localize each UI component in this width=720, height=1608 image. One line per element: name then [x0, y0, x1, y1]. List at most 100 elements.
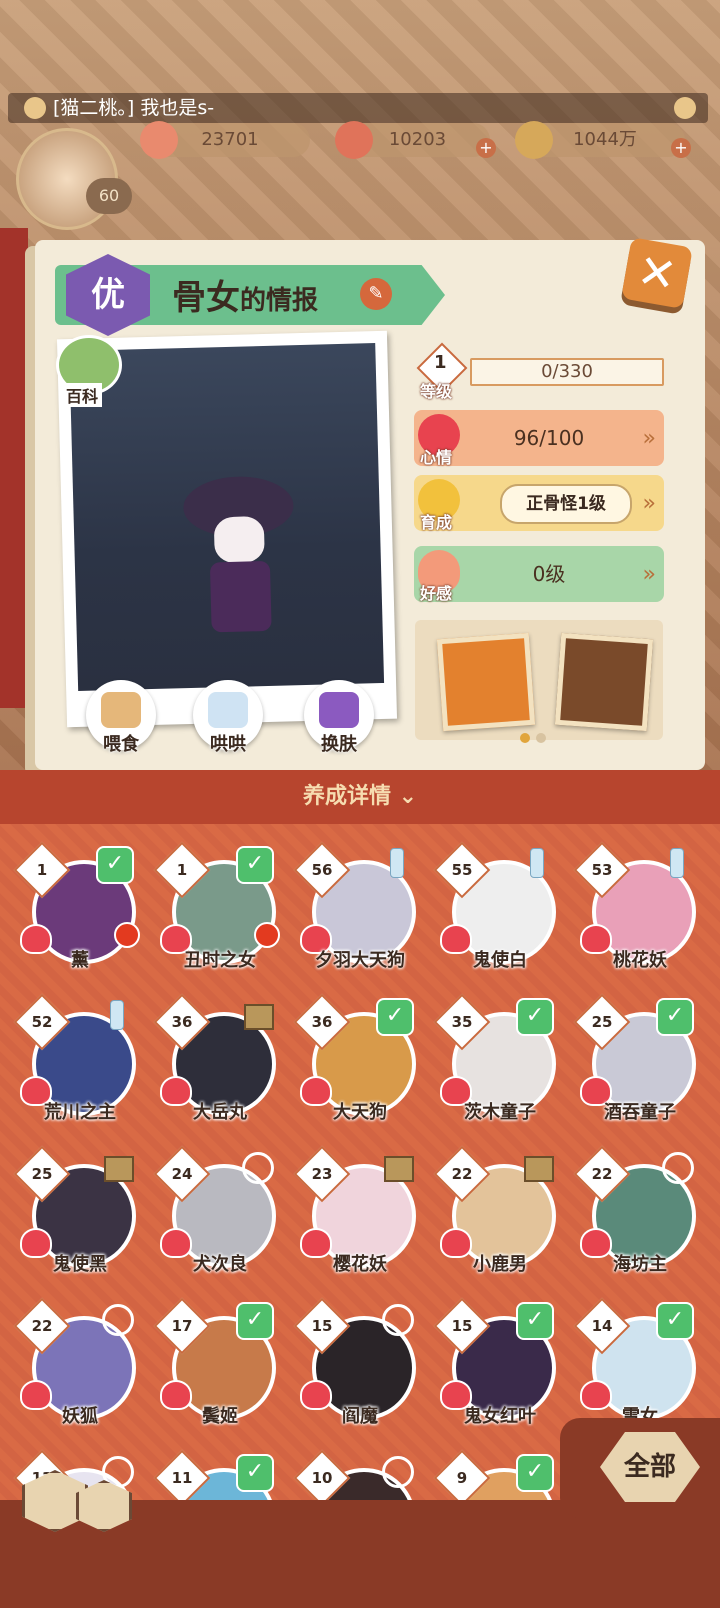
- check-icon: ✓: [236, 1454, 274, 1492]
- coin-resource[interactable]: 1044万 +: [515, 121, 691, 159]
- mood-stat[interactable]: 心情 96/100 »: [414, 410, 664, 467]
- growth-label: 育成: [420, 513, 453, 532]
- feed-button[interactable]: 喂食: [86, 680, 156, 755]
- growth-value: 正骨怪1级: [500, 484, 632, 524]
- edit-icon[interactable]: ✎: [360, 278, 392, 310]
- bottle-icon: [520, 846, 554, 880]
- chat-message: [猫二桃。] 我也是s-: [53, 97, 215, 119]
- check-icon: ✓: [656, 998, 694, 1036]
- shikigami-name: 桃花妖: [613, 950, 667, 971]
- notebook-binder: [0, 228, 28, 708]
- bottle-icon: [660, 846, 694, 880]
- check-icon: ✓: [516, 1302, 554, 1340]
- shikigami-card[interactable]: 15 阎魔: [293, 1297, 420, 1432]
- bowl-icon: [101, 692, 141, 728]
- milk-icon: [208, 692, 248, 728]
- shikigami-name: 酒吞童子: [604, 1102, 676, 1123]
- shikigami-card[interactable]: 35 ✓ 茨木童子: [433, 993, 560, 1128]
- shikigami-name: 樱花妖: [333, 1254, 387, 1275]
- check-icon: ✓: [516, 1454, 554, 1492]
- shikigami-card[interactable]: 52 荒川之主: [13, 993, 140, 1128]
- title-suffix: 的情报: [240, 286, 319, 316]
- chevron-right-icon: »: [642, 426, 656, 451]
- add-coin-button[interactable]: +: [671, 138, 691, 158]
- detail-toggle[interactable]: 养成详情 ⌄: [0, 770, 720, 824]
- circle-icon: [380, 1302, 414, 1336]
- circle-icon: [660, 1150, 694, 1184]
- favor-label: 好感: [420, 584, 453, 603]
- chevron-down-icon: ⌄: [398, 784, 418, 809]
- shikigami-card[interactable]: 36 ✓ 大天狗: [293, 993, 420, 1128]
- favor-value: 0级: [532, 562, 566, 586]
- shikigami-card[interactable]: 1 ✓ 薰: [13, 841, 140, 976]
- scroll-icon: [240, 998, 274, 1032]
- encyclopedia-button[interactable]: 百科: [56, 335, 122, 407]
- mood-value: 96/100: [513, 426, 585, 450]
- level-number: 1: [434, 352, 447, 373]
- shikigami-card[interactable]: 24 犬次良: [153, 1145, 280, 1280]
- mystery-decoration[interactable]: [436, 632, 536, 732]
- shikigami-card[interactable]: 53 桃花妖: [573, 841, 700, 976]
- skin-icon: [319, 692, 359, 728]
- shikigami-card[interactable]: 1 ✓ 丑时之女: [153, 841, 280, 976]
- check-icon: ✓: [516, 998, 554, 1036]
- shikigami-name: 大岳丸: [193, 1102, 247, 1123]
- circle-icon: [100, 1302, 134, 1336]
- shikigami-card[interactable]: 23 樱花妖: [293, 1145, 420, 1280]
- stamina-value: 10203: [388, 129, 447, 150]
- level-label: 等级: [420, 382, 453, 401]
- shikigami-card[interactable]: 22 小鹿男: [433, 1145, 560, 1280]
- add-stamina-button[interactable]: +: [476, 138, 496, 158]
- all-filter-label: 全部: [623, 1452, 676, 1482]
- favor-stat[interactable]: 好感 0级 »: [414, 546, 664, 603]
- shikigami-card[interactable]: 22 妖狐: [13, 1297, 140, 1432]
- shikigami-card[interactable]: 25 鬼使黑: [13, 1145, 140, 1280]
- shikigami-name: 鬼使黑: [53, 1254, 107, 1275]
- scroll-icon: [100, 1150, 134, 1184]
- check-icon: ✓: [376, 998, 414, 1036]
- chat-ticker[interactable]: [猫二桃。] 我也是s-: [8, 93, 708, 123]
- shikigami-name: 薰: [71, 950, 89, 971]
- frog-decoration[interactable]: [554, 632, 654, 732]
- skin-button[interactable]: 换肤: [304, 680, 374, 755]
- check-icon: ✓: [236, 846, 274, 884]
- mood-label: 心情: [420, 448, 453, 467]
- check-icon: ✓: [656, 1302, 694, 1340]
- shikigami-card[interactable]: 10: [293, 1449, 420, 1504]
- shikigami-name: 海坊主: [613, 1254, 667, 1275]
- check-icon: ✓: [96, 846, 134, 884]
- level-progress-bar: 0/330: [470, 358, 664, 386]
- shikigami-card[interactable]: 36 大岳丸: [153, 993, 280, 1128]
- shikigami-card[interactable]: 9 ✓: [433, 1449, 560, 1504]
- shikigami-name: 犬次良: [193, 1254, 247, 1275]
- shikigami-card[interactable]: 22 海坊主: [573, 1145, 700, 1280]
- shikigami-card[interactable]: 14 ✓ 雪女: [573, 1297, 700, 1432]
- bottle-icon: [380, 846, 414, 880]
- close-button[interactable]: ✕: [621, 237, 693, 309]
- shikigami-model[interactable]: [182, 465, 296, 638]
- shikigami-card[interactable]: 55 鬼使白: [433, 841, 560, 976]
- shikigami-name: 夕羽大天狗: [315, 950, 405, 971]
- coax-button[interactable]: 哄哄: [193, 680, 263, 755]
- feed-label: 喂食: [103, 734, 139, 755]
- shikigami-name: 妖狐: [62, 1406, 98, 1427]
- jade-icon: [140, 121, 178, 159]
- flower-icon: [674, 97, 696, 119]
- shikigami-name: 丑时之女: [184, 950, 256, 971]
- page-indicator: [520, 728, 552, 747]
- player-level: 60: [86, 178, 132, 214]
- stamina-resource[interactable]: 10203 +: [335, 121, 496, 159]
- jade-resource[interactable]: 23701: [140, 121, 310, 159]
- scroll-icon: [380, 1150, 414, 1184]
- shikigami-card[interactable]: 17 ✓ 鬓姬: [153, 1297, 280, 1432]
- shikigami-name: 鬼使白: [473, 950, 527, 971]
- bottle-icon: [100, 998, 134, 1032]
- circle-icon: [240, 1150, 274, 1184]
- chevron-right-icon: »: [642, 562, 656, 587]
- all-filter-button[interactable]: 全部: [600, 1432, 700, 1502]
- shikigami-card[interactable]: 25 ✓ 酒吞童子: [573, 993, 700, 1128]
- shikigami-name: 鬓姬: [202, 1406, 238, 1427]
- shikigami-card[interactable]: 56 夕羽大天狗: [293, 841, 420, 976]
- shikigami-card[interactable]: 11 ✓: [153, 1449, 280, 1504]
- shikigami-card[interactable]: 15 ✓ 鬼女红叶: [433, 1297, 560, 1432]
